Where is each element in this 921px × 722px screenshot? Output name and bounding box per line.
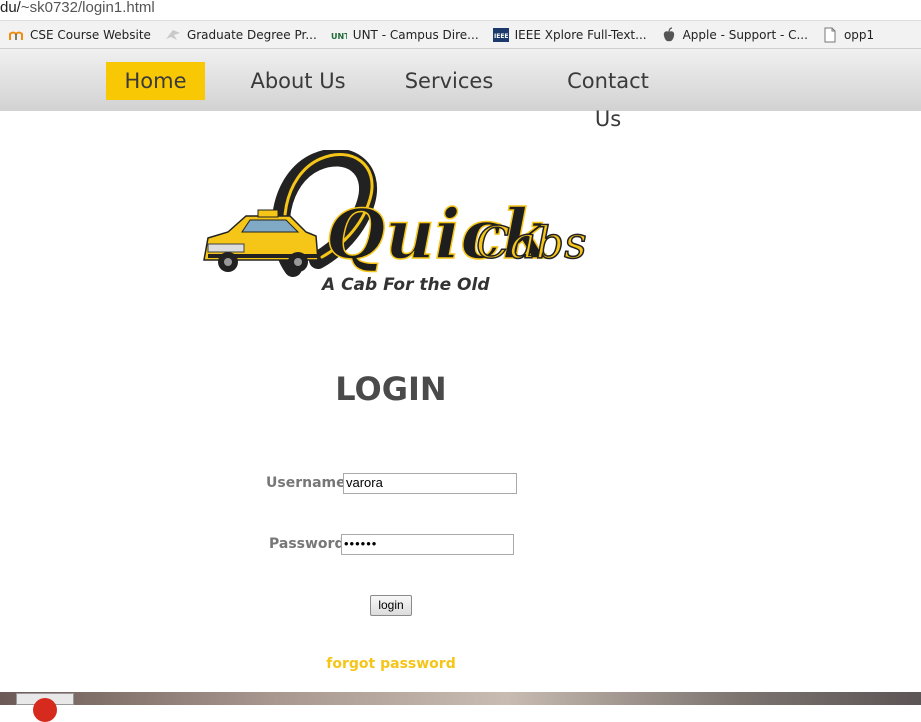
nav-services[interactable]: Services [400, 62, 498, 100]
eagle-icon [165, 27, 181, 43]
address-bar[interactable]: du/~sk0732/login1.html [0, 0, 921, 20]
record-icon [33, 698, 57, 722]
nav-about-us[interactable]: About Us [248, 62, 348, 100]
bookmark-cse-course[interactable]: CSE Course Website [8, 27, 151, 43]
url-path: ~sk0732/login1.html [20, 0, 155, 16]
bookmark-unt-campus[interactable]: UNT UNT - Campus Dire... [331, 27, 479, 43]
login-title: LOGIN [335, 370, 447, 408]
logo-wordmark-cabs: Cabs [476, 218, 587, 269]
bookmark-ieee-xplore[interactable]: IEEE IEEE Xplore Full-Text... [492, 27, 647, 43]
url-host: du/ [0, 0, 21, 16]
background-image-strip [0, 692, 921, 705]
login-button[interactable]: login [370, 595, 412, 616]
bookmark-label: opp1 [843, 27, 875, 42]
password-input[interactable]: •••••• [341, 534, 514, 555]
nav-home[interactable]: Home [106, 62, 205, 100]
ieee-icon: IEEE [492, 27, 509, 43]
username-input[interactable]: varora [343, 473, 517, 494]
bookmark-label: CSE Course Website [30, 27, 151, 42]
svg-text:IEEE: IEEE [494, 33, 509, 40]
bookmarks-bar: CSE Course Website Graduate Degree Pr...… [0, 20, 921, 49]
bookmark-label: Graduate Degree Pr... [186, 27, 317, 42]
bookmark-apple-support[interactable]: Apple - Support - C... [661, 26, 808, 43]
svg-text:UNT: UNT [331, 32, 347, 41]
page-icon [822, 27, 838, 43]
bookmark-label: Apple - Support - C... [682, 27, 808, 42]
taskbar-thumbnail[interactable] [16, 693, 74, 722]
password-label: Password: [269, 536, 351, 552]
main-nav: Home About Us Services Contact Us [0, 49, 921, 131]
bookmark-graduate-degree[interactable]: Graduate Degree Pr... [165, 27, 317, 43]
bookmark-opp1[interactable]: opp1 [822, 27, 874, 43]
unt-icon: UNT [331, 27, 347, 43]
username-label: Username: [266, 475, 352, 491]
nav-contact-us[interactable]: Contact Us [552, 62, 664, 131]
taxi-icon [203, 209, 319, 272]
moodle-icon [8, 27, 24, 43]
apple-icon [661, 26, 677, 43]
bookmark-label: IEEE Xplore Full-Text... [514, 27, 647, 42]
forgot-password-link[interactable]: forgot password [0, 656, 782, 672]
logo-tagline: A Cab For the Old [322, 275, 490, 295]
bookmark-label: UNT - Campus Dire... [352, 27, 479, 42]
